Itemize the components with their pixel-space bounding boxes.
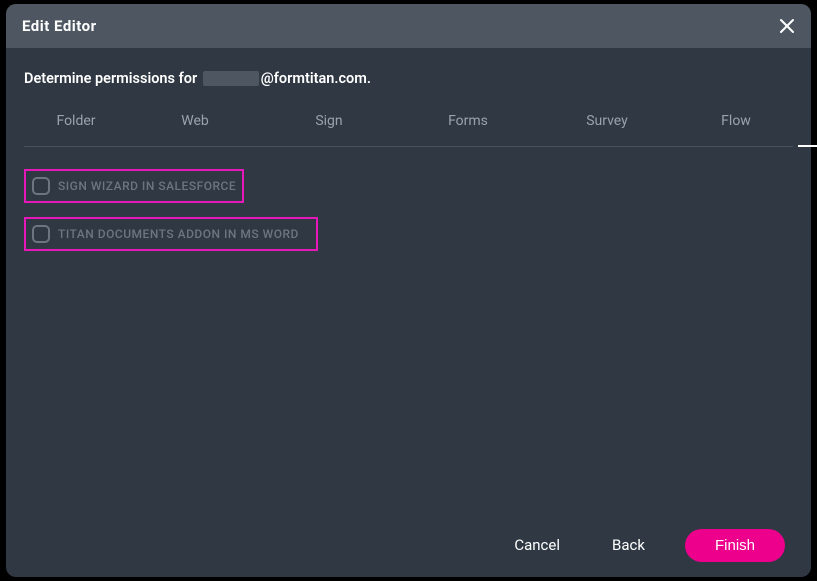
subtitle-suffix: @formtitan.com. [261, 70, 371, 87]
finish-button[interactable]: Finish [685, 529, 785, 562]
dialog-title: Edit Editor [22, 17, 97, 35]
close-icon[interactable] [777, 16, 797, 36]
tab-folder[interactable]: Folder [24, 98, 128, 146]
cancel-button[interactable]: Cancel [502, 528, 572, 562]
edit-editor-dialog: Edit Editor Determine permissions for @f… [6, 4, 811, 577]
redacted-username [203, 71, 259, 86]
dialog-footer: Cancel Back Finish [6, 513, 811, 577]
dialog-content: SIGN WIZARD IN SALESFORCE TITAN DOCUMENT… [6, 147, 811, 513]
tab-survey[interactable]: Survey [540, 98, 674, 146]
dialog-header: Edit Editor [6, 4, 811, 48]
tabs-container: Folder Web Sign Forms Survey Flow Applic… [6, 98, 811, 147]
option-sign-wizard: SIGN WIZARD IN SALESFORCE [24, 169, 244, 203]
label-sign-wizard: SIGN WIZARD IN SALESFORCE [58, 179, 236, 193]
back-button[interactable]: Back [600, 528, 657, 562]
permissions-subtitle: Determine permissions for @formtitan.com… [6, 48, 811, 98]
checkbox-titan-documents[interactable] [32, 225, 50, 243]
tab-flow[interactable]: Flow [674, 98, 798, 146]
tabs: Folder Web Sign Forms Survey Flow Applic… [24, 98, 793, 147]
subtitle-prefix: Determine permissions for [24, 70, 197, 87]
option-titan-documents: TITAN DOCUMENTS ADDON IN MS WORD [24, 217, 318, 251]
tab-web[interactable]: Web [128, 98, 262, 146]
tab-application-access[interactable]: Application Access [798, 98, 817, 146]
tab-forms[interactable]: Forms [396, 98, 540, 146]
label-titan-documents: TITAN DOCUMENTS ADDON IN MS WORD [58, 227, 299, 241]
checkbox-sign-wizard[interactable] [32, 177, 50, 195]
tab-sign[interactable]: Sign [262, 98, 396, 146]
